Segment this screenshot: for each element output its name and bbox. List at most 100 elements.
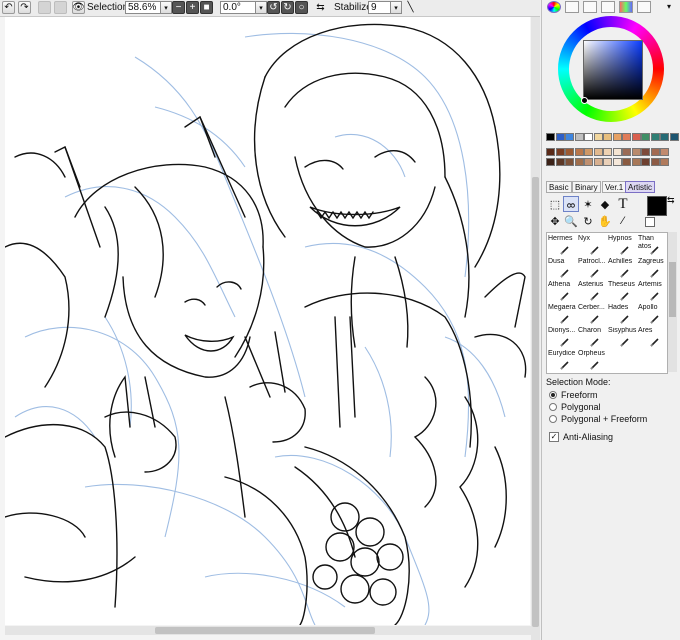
lasso-select-icon[interactable]: ᢁ bbox=[563, 196, 579, 213]
color-wheel-tab-icon[interactable] bbox=[547, 1, 561, 13]
brush-eurydice[interactable]: Eurydice bbox=[547, 350, 577, 371]
brush-athena[interactable]: Athena bbox=[547, 281, 577, 302]
palette-swatch[interactable] bbox=[584, 133, 593, 141]
move-tool-icon[interactable]: ✥ bbox=[547, 213, 563, 229]
brush-cerberus[interactable]: Cerber... bbox=[577, 304, 607, 325]
deselect-button[interactable] bbox=[38, 1, 51, 14]
tab-artistic[interactable]: Artistic bbox=[625, 181, 655, 193]
hand-tool-icon[interactable]: ✋ bbox=[597, 213, 613, 229]
line-tool-icon[interactable]: ╲ bbox=[404, 1, 417, 14]
zoom-tool-icon[interactable]: 🔍 bbox=[563, 213, 579, 229]
palette-swatch[interactable] bbox=[641, 148, 650, 156]
palette-swatch[interactable] bbox=[622, 148, 631, 156]
tab-ver1[interactable]: Ver.1 bbox=[602, 181, 627, 193]
brush-zagreus[interactable]: Zagreus bbox=[637, 258, 667, 279]
palette-swatch[interactable] bbox=[660, 133, 669, 141]
vertical-scroll-thumb[interactable] bbox=[532, 177, 539, 627]
rotate-reset-button[interactable]: ○ bbox=[295, 1, 308, 14]
transparent-color-icon[interactable] bbox=[645, 217, 655, 227]
tab-basic[interactable]: Basic bbox=[546, 181, 572, 193]
magic-wand-icon[interactable]: ✶ bbox=[580, 196, 596, 212]
tab-binary[interactable]: Binary bbox=[572, 181, 601, 193]
palette-swatch[interactable] bbox=[660, 158, 669, 166]
flip-horizontal-icon[interactable]: ⇆ bbox=[314, 1, 327, 14]
selection-visibility-icon[interactable]: 👁 bbox=[72, 1, 85, 14]
palette-tab-icon[interactable] bbox=[619, 1, 633, 13]
invert-selection-button[interactable] bbox=[54, 1, 67, 14]
text-tool-icon[interactable]: T bbox=[615, 196, 631, 212]
color-picker-cursor[interactable] bbox=[581, 97, 588, 104]
polygonal-freeform-radio[interactable] bbox=[549, 415, 557, 423]
palette-swatch[interactable] bbox=[584, 158, 593, 166]
panel-menu-icon[interactable]: ▾ bbox=[667, 2, 671, 11]
brush-nyx[interactable]: Nyx bbox=[577, 235, 607, 256]
brush-dionysus[interactable]: Dionys... bbox=[547, 327, 577, 348]
palette-swatch[interactable] bbox=[546, 133, 555, 141]
palette-swatch[interactable] bbox=[650, 133, 660, 141]
palette-swatch[interactable] bbox=[574, 158, 584, 166]
scratchpad-tab-icon[interactable] bbox=[637, 1, 651, 13]
palette-swatch[interactable] bbox=[565, 133, 574, 141]
palette-swatch[interactable] bbox=[612, 133, 622, 141]
brush-dusa[interactable]: Dusa bbox=[547, 258, 577, 279]
brush-orpheus[interactable]: Orpheus bbox=[577, 350, 607, 371]
brush-apollo[interactable]: Apollo bbox=[637, 304, 667, 325]
palette-swatch[interactable] bbox=[631, 148, 641, 156]
palette-swatch[interactable] bbox=[641, 158, 650, 166]
polygonal-radio[interactable] bbox=[549, 403, 557, 411]
zoom-dropdown-icon[interactable]: ▾ bbox=[160, 1, 172, 14]
palette-swatch[interactable] bbox=[555, 158, 565, 166]
palette-swatch[interactable] bbox=[622, 158, 631, 166]
brush-thanatos[interactable]: Than atos bbox=[637, 235, 667, 256]
palette-swatch[interactable] bbox=[641, 133, 650, 141]
brush-megaera[interactable]: Megaera bbox=[547, 304, 577, 325]
freeform-radio[interactable] bbox=[549, 391, 557, 399]
palette-swatch[interactable] bbox=[546, 148, 555, 156]
palette-swatch[interactable] bbox=[612, 148, 622, 156]
swap-colors-icon[interactable]: ⇆ bbox=[667, 195, 675, 206]
eyedropper-icon[interactable]: ⁄ bbox=[615, 213, 631, 229]
brush-patroclus[interactable]: Patrocl... bbox=[577, 258, 607, 279]
palette-swatch[interactable] bbox=[555, 133, 565, 141]
option-polygonal[interactable]: Polygonal bbox=[549, 401, 601, 413]
zoom-reset-button[interactable]: ■ bbox=[200, 1, 213, 14]
palette-swatch[interactable] bbox=[612, 158, 622, 166]
brush-sisyphus[interactable]: Sisyphus bbox=[607, 327, 637, 348]
brush-charon[interactable]: Charon bbox=[577, 327, 607, 348]
palette-swatch[interactable] bbox=[603, 148, 612, 156]
palette-swatch[interactable] bbox=[565, 158, 574, 166]
drawing-canvas[interactable] bbox=[5, 17, 530, 625]
brush-scrollbar[interactable] bbox=[668, 232, 677, 372]
palette-swatch[interactable] bbox=[622, 133, 631, 141]
rgb-slider-tab-icon[interactable] bbox=[565, 1, 579, 13]
palette-swatch[interactable] bbox=[593, 133, 603, 141]
palette-swatch[interactable] bbox=[593, 148, 603, 156]
anti-aliasing-option[interactable]: ✓ Anti-Aliasing bbox=[549, 431, 613, 443]
palette-swatch[interactable] bbox=[603, 158, 612, 166]
rotate-right-button[interactable]: ↻ bbox=[281, 1, 294, 14]
palette-swatch[interactable] bbox=[546, 158, 555, 166]
vertical-scrollbar[interactable] bbox=[531, 17, 540, 640]
rotate-tool-icon[interactable]: ↻ bbox=[580, 213, 596, 229]
horizontal-scroll-thumb[interactable] bbox=[155, 627, 375, 634]
brush-theseus[interactable]: Theseus bbox=[607, 281, 637, 302]
brush-ares[interactable]: Ares bbox=[637, 327, 667, 348]
brush-hermes[interactable]: Hermes bbox=[547, 235, 577, 256]
rotate-left-button[interactable]: ↺ bbox=[267, 1, 280, 14]
palette-swatch[interactable] bbox=[631, 133, 641, 141]
stabilizer-dropdown-icon[interactable]: ▾ bbox=[390, 1, 402, 14]
anti-aliasing-checkbox[interactable]: ✓ bbox=[549, 432, 559, 442]
option-polygonal-freeform[interactable]: Polygonal + Freeform bbox=[549, 413, 647, 425]
color-swatch-tab-icon[interactable] bbox=[601, 1, 615, 13]
palette-swatch[interactable] bbox=[660, 148, 669, 156]
rect-select-icon[interactable]: ⬚ bbox=[547, 196, 563, 212]
undo-icon[interactable]: ↶ bbox=[2, 1, 15, 14]
redo-icon[interactable]: ↷ bbox=[18, 1, 31, 14]
brush-asterius[interactable]: Asterius bbox=[577, 281, 607, 302]
saturation-value-square[interactable] bbox=[583, 40, 643, 100]
horizontal-scrollbar[interactable] bbox=[5, 626, 531, 635]
palette-swatch[interactable] bbox=[555, 148, 565, 156]
palette-swatch[interactable] bbox=[584, 148, 593, 156]
option-freeform[interactable]: Freeform bbox=[549, 389, 598, 401]
brush-hypnos[interactable]: Hypnos bbox=[607, 235, 637, 256]
